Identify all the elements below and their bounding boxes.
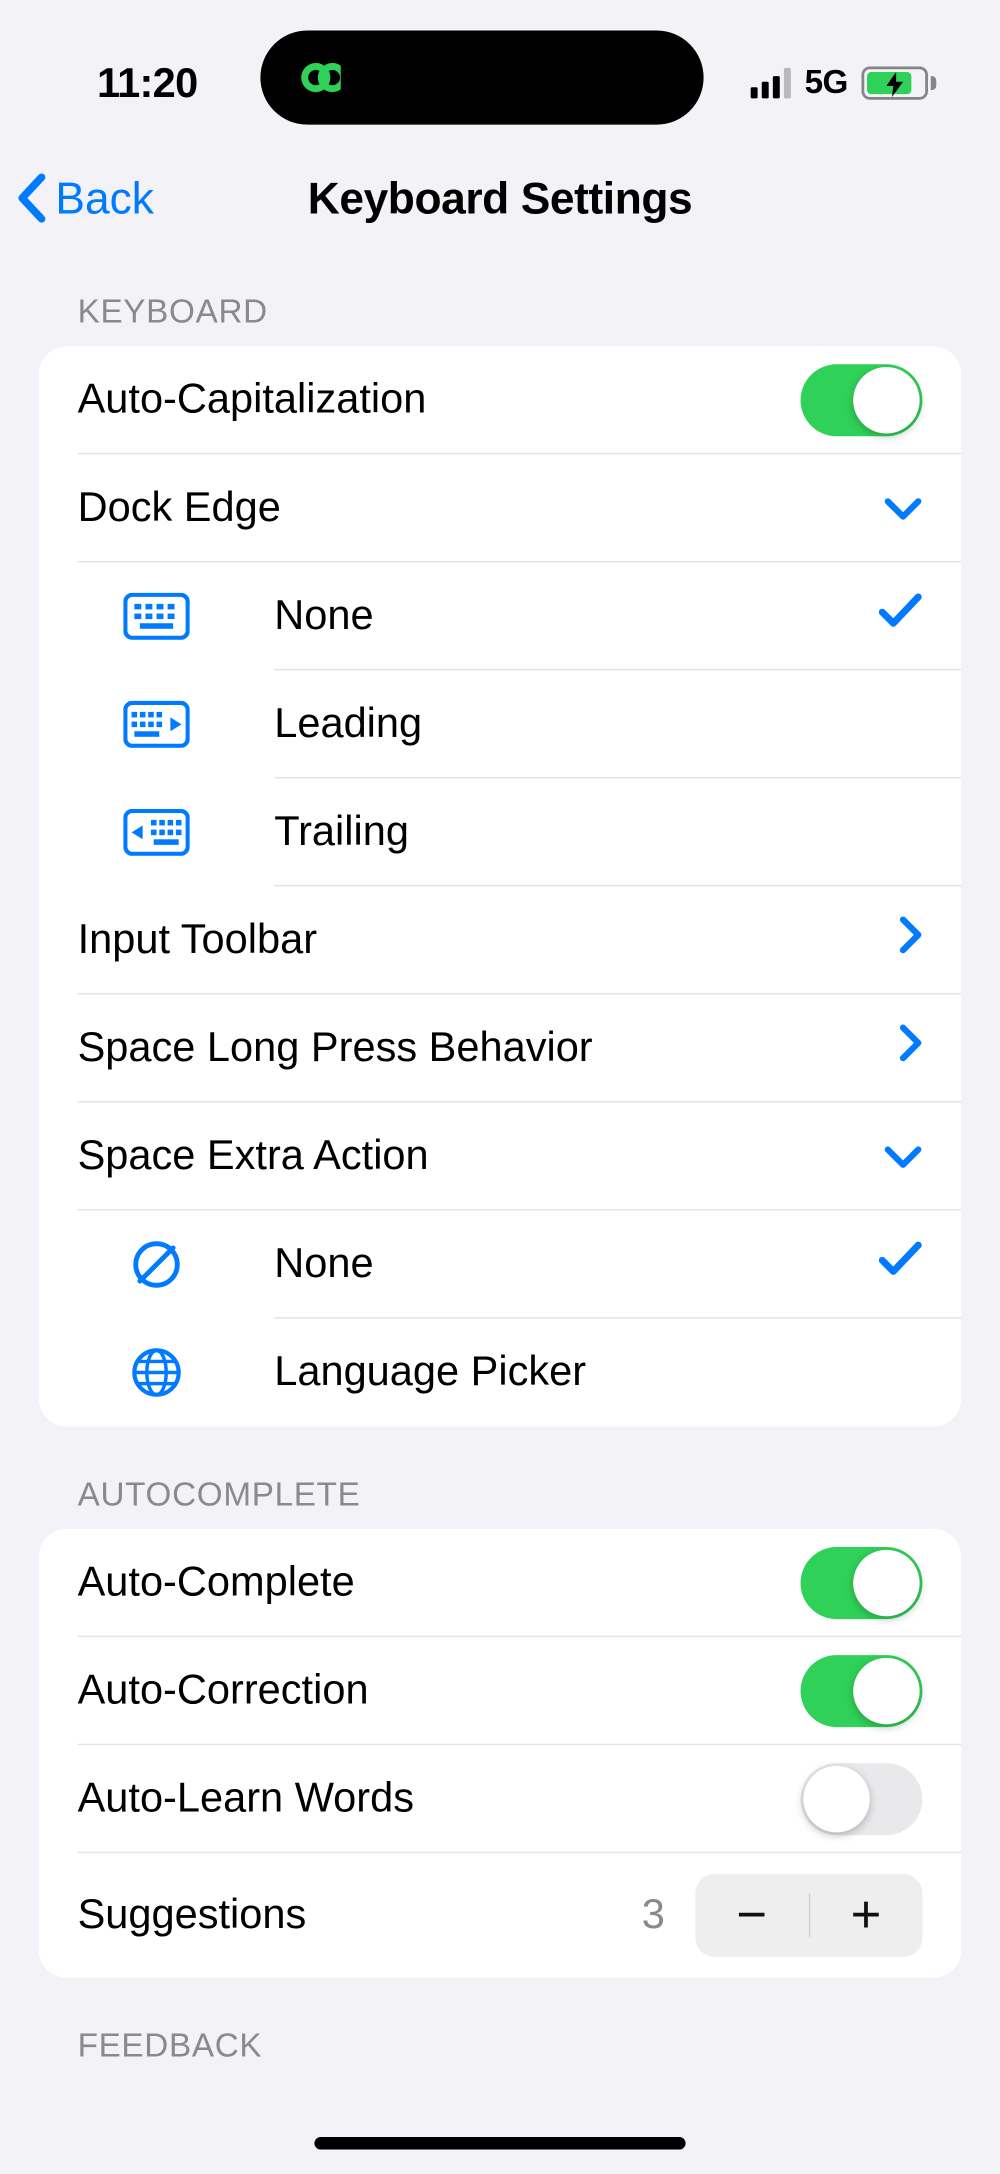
toggle-auto-learn-words[interactable] bbox=[801, 1763, 923, 1835]
back-button[interactable]: Back bbox=[0, 172, 154, 225]
row-space-extra-none[interactable]: None bbox=[39, 1210, 961, 1318]
chevron-right-icon bbox=[897, 1024, 922, 1074]
label-auto-capitalization: Auto-Capitalization bbox=[78, 377, 801, 424]
row-dock-edge-none[interactable]: None bbox=[39, 562, 961, 670]
toggle-auto-correction[interactable] bbox=[801, 1655, 923, 1727]
suggestions-value: 3 bbox=[642, 1892, 665, 1939]
stepper-plus-button[interactable]: + bbox=[810, 1886, 923, 1946]
keyboard-icon bbox=[39, 593, 274, 640]
row-auto-capitalization[interactable]: Auto-Capitalization bbox=[39, 346, 961, 454]
label-space-extra-none: None bbox=[274, 1241, 878, 1288]
section-header-feedback: FEEDBACK bbox=[39, 1978, 961, 2080]
personal-hotspot-icon bbox=[291, 57, 338, 99]
label-auto-learn-words: Auto-Learn Words bbox=[78, 1776, 801, 1823]
chevron-down-icon bbox=[884, 1133, 923, 1180]
checkmark-icon bbox=[878, 591, 922, 641]
chevron-left-icon bbox=[14, 172, 50, 225]
row-dock-edge-leading[interactable]: Leading bbox=[39, 670, 961, 778]
label-dock-edge-leading: Leading bbox=[274, 701, 922, 748]
label-dock-edge: Dock Edge bbox=[78, 485, 884, 532]
chevron-right-icon bbox=[897, 915, 922, 965]
network-type: 5G bbox=[805, 64, 848, 103]
cellular-signal-icon bbox=[751, 68, 791, 98]
group-autocomplete: Auto-Complete Auto-Correction Auto-Learn… bbox=[39, 1529, 961, 1978]
row-auto-correction[interactable]: Auto-Correction bbox=[39, 1637, 961, 1745]
row-dock-edge[interactable]: Dock Edge bbox=[39, 454, 961, 562]
row-suggestions: Suggestions 3 − + bbox=[39, 1853, 961, 1978]
label-suggestions: Suggestions bbox=[78, 1892, 642, 1939]
dynamic-island[interactable] bbox=[260, 30, 703, 124]
label-auto-correction: Auto-Correction bbox=[78, 1668, 801, 1715]
label-auto-complete: Auto-Complete bbox=[78, 1560, 801, 1607]
back-label: Back bbox=[55, 172, 154, 223]
keyboard-right-icon bbox=[39, 809, 274, 856]
section-header-keyboard: KEYBOARD bbox=[39, 258, 961, 347]
home-indicator[interactable] bbox=[314, 2137, 685, 2149]
stepper-minus-button[interactable]: − bbox=[695, 1886, 808, 1946]
row-auto-complete[interactable]: Auto-Complete bbox=[39, 1529, 961, 1637]
keyboard-left-icon bbox=[39, 701, 274, 748]
row-auto-learn-words[interactable]: Auto-Learn Words bbox=[39, 1745, 961, 1853]
chevron-down-icon bbox=[884, 485, 923, 532]
group-keyboard: Auto-Capitalization Dock Edge None bbox=[39, 346, 961, 1426]
status-time: 11:20 bbox=[97, 61, 198, 108]
battery-charging-icon bbox=[861, 66, 933, 99]
row-dock-edge-trailing[interactable]: Trailing bbox=[39, 778, 961, 886]
toggle-auto-complete[interactable] bbox=[801, 1547, 923, 1619]
label-dock-edge-none: None bbox=[274, 593, 878, 640]
label-input-toolbar: Input Toolbar bbox=[78, 917, 898, 964]
label-dock-edge-trailing: Trailing bbox=[274, 809, 922, 856]
row-input-toolbar[interactable]: Input Toolbar bbox=[39, 886, 961, 994]
label-space-extra-language-picker: Language Picker bbox=[274, 1349, 922, 1396]
suggestions-stepper: − + bbox=[695, 1874, 922, 1957]
globe-icon bbox=[39, 1346, 274, 1399]
circle-slash-icon bbox=[39, 1238, 274, 1291]
section-header-autocomplete: AUTOCOMPLETE bbox=[39, 1427, 961, 1529]
checkmark-icon bbox=[878, 1240, 922, 1290]
row-space-long-press[interactable]: Space Long Press Behavior bbox=[39, 994, 961, 1102]
row-space-extra-language-picker[interactable]: Language Picker bbox=[39, 1319, 961, 1427]
row-space-extra-action[interactable]: Space Extra Action bbox=[39, 1102, 961, 1210]
label-space-long-press: Space Long Press Behavior bbox=[78, 1025, 898, 1072]
label-space-extra-action: Space Extra Action bbox=[78, 1133, 884, 1180]
toggle-auto-capitalization[interactable] bbox=[801, 364, 923, 436]
